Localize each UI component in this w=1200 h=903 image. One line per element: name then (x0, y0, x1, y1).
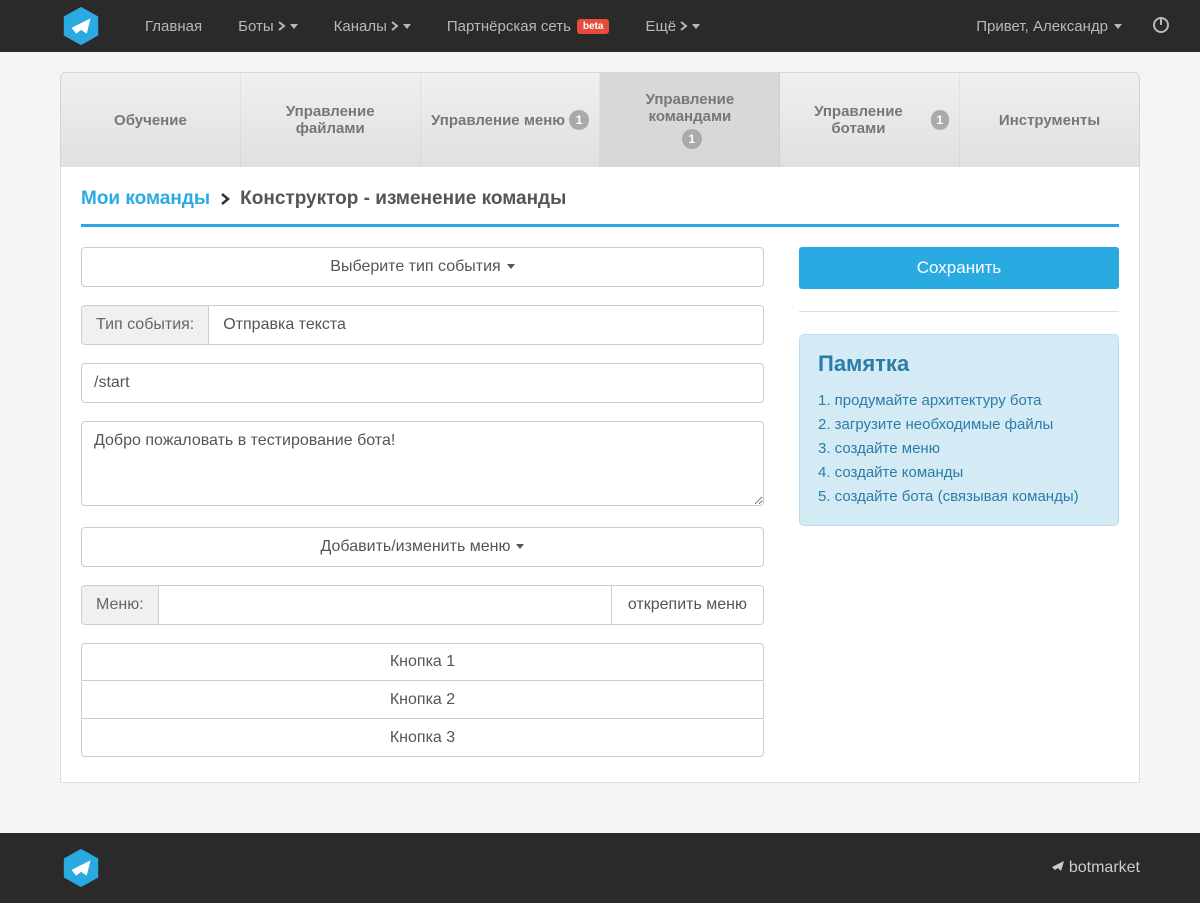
tab-label: Инструменты (999, 112, 1100, 129)
tab-label: Управление ботами (790, 103, 926, 137)
event-type-label: Тип события: (82, 306, 209, 344)
form-main: Выберите тип события Тип события: Отправ… (81, 247, 764, 757)
memo-item[interactable]: 4. создайте команды (818, 461, 1100, 485)
tab-training[interactable]: Обучение (61, 73, 241, 167)
nav-channels-label: Каналы (334, 18, 387, 35)
beta-badge: beta (577, 19, 610, 34)
caret-down-icon (1114, 18, 1122, 35)
nav-bots-label: Боты (238, 18, 274, 35)
caret-down-icon (290, 18, 298, 35)
form-sidebar: Сохранить Памятка 1. продумайте архитект… (799, 247, 1119, 757)
menu-group: Меню: открепить меню (81, 585, 764, 625)
tab-label: Управление меню (431, 112, 565, 129)
memo-item[interactable]: 3. создайте меню (818, 437, 1100, 461)
menu-button-item[interactable]: Кнопка 1 (81, 643, 764, 681)
footer-brand[interactable]: botmarket (1051, 859, 1140, 878)
save-button[interactable]: Сохранить (799, 247, 1119, 289)
nav-partner-label: Партнёрская сеть (447, 18, 571, 35)
tab-files[interactable]: Управление файлами (241, 73, 421, 167)
dropdown-label: Выберите тип события (330, 258, 500, 276)
tab-bots[interactable]: Управление ботами 1 (780, 73, 960, 167)
caret-down-icon (516, 538, 524, 556)
tab-label: Управление файлами (251, 103, 410, 137)
content-panel: Мои команды Конструктор - изменение кома… (60, 167, 1140, 783)
main-container: Обучение Управление файлами Управление м… (60, 72, 1140, 783)
tab-bar: Обучение Управление файлами Управление м… (60, 72, 1140, 167)
menu-buttons-list: Кнопка 1 Кнопка 2 Кнопка 3 (81, 643, 764, 757)
memo-item[interactable]: 1. продумайте архитектуру бота (818, 389, 1100, 413)
menu-label: Меню: (82, 586, 159, 624)
memo-panel: Памятка 1. продумайте архитектуру бота 2… (799, 334, 1119, 526)
event-type-dropdown[interactable]: Выберите тип события (81, 247, 764, 287)
detach-menu-button[interactable]: открепить меню (611, 586, 763, 624)
caret-down-icon (692, 18, 700, 35)
greeting-text: Привет, Александр (976, 18, 1108, 35)
memo-item[interactable]: 2. загрузите необходимые файлы (818, 413, 1100, 437)
memo-title: Памятка (818, 351, 1100, 377)
chevron-right-icon (220, 192, 230, 206)
footer-brand-text: botmarket (1069, 859, 1140, 877)
tab-label: Обучение (114, 112, 187, 129)
footer-logo[interactable] (60, 847, 102, 889)
tab-badge: 1 (682, 129, 702, 149)
command-input[interactable] (81, 363, 764, 403)
chevron-right-icon (278, 21, 286, 31)
breadcrumb-link[interactable]: Мои команды (81, 188, 210, 210)
tab-label: Управление командами (610, 91, 769, 125)
nav-bots[interactable]: Боты (220, 18, 316, 35)
event-type-value: Отправка текста (209, 306, 763, 344)
top-navigation: Главная Боты Каналы Партнёрская сеть bet… (0, 0, 1200, 52)
breadcrumb-current: Конструктор - изменение команды (240, 188, 566, 210)
caret-down-icon (403, 18, 411, 35)
chevron-right-icon (680, 21, 688, 31)
nav-right: Привет, Александр (976, 16, 1180, 37)
tab-badge: 1 (569, 110, 589, 130)
tab-menus[interactable]: Управление меню 1 (421, 73, 601, 167)
user-greeting[interactable]: Привет, Александр (976, 18, 1122, 35)
memo-item[interactable]: 5. создайте бота (связывая команды) (818, 485, 1100, 509)
nav-items: Главная Боты Каналы Партнёрская сеть bet… (127, 18, 976, 35)
nav-channels[interactable]: Каналы (316, 18, 429, 35)
tab-badge: 1 (931, 110, 950, 130)
power-icon[interactable] (1142, 16, 1180, 37)
footer: botmarket (0, 833, 1200, 903)
nav-home[interactable]: Главная (127, 18, 220, 35)
breadcrumb: Мои команды Конструктор - изменение кома… (81, 182, 1119, 227)
nav-home-label: Главная (145, 18, 202, 35)
menu-button-item[interactable]: Кнопка 3 (81, 720, 764, 757)
event-type-group: Тип события: Отправка текста (81, 305, 764, 345)
chevron-right-icon (391, 21, 399, 31)
nav-more[interactable]: Ещё (627, 18, 718, 35)
tab-commands[interactable]: Управление командами 1 (600, 73, 780, 167)
divider (799, 311, 1119, 312)
form-layout: Выберите тип события Тип события: Отправ… (81, 247, 1119, 757)
tab-tools[interactable]: Инструменты (960, 73, 1139, 167)
brand-logo[interactable] (60, 5, 102, 47)
nav-partner[interactable]: Партнёрская сеть beta (429, 18, 628, 35)
paper-plane-icon (1051, 859, 1065, 878)
dropdown-label: Добавить/изменить меню (321, 538, 511, 556)
nav-more-label: Ещё (645, 18, 676, 35)
menu-value (159, 586, 611, 624)
message-textarea[interactable]: Добро пожаловать в тестирование бота! (81, 421, 764, 506)
menu-button-item[interactable]: Кнопка 2 (81, 682, 764, 719)
caret-down-icon (507, 258, 515, 276)
menu-dropdown[interactable]: Добавить/изменить меню (81, 527, 764, 567)
